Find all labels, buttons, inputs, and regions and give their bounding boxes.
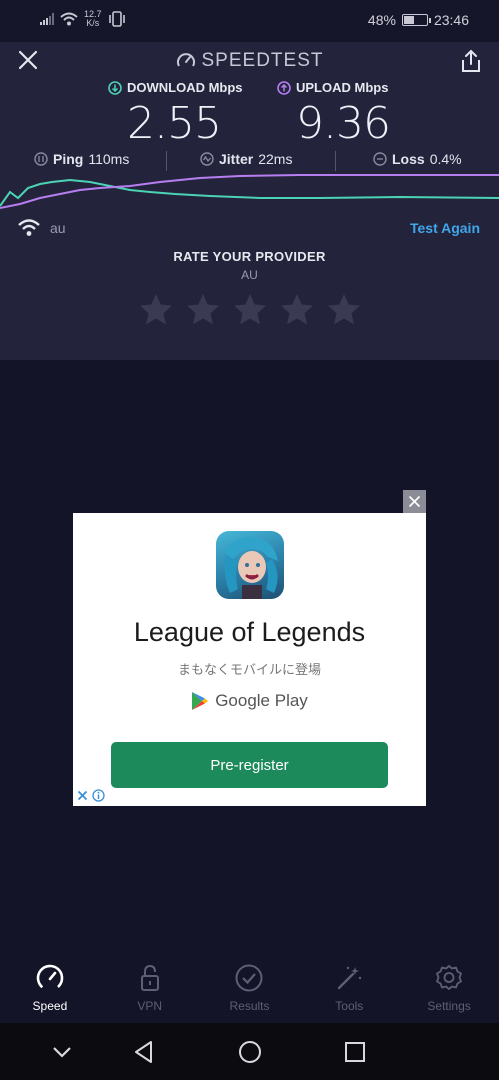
google-play-icon [192,692,209,710]
loss-icon [373,152,387,166]
magic-wand-icon [338,966,362,990]
tab-label: Settings [427,999,471,1013]
ad-close-button[interactable] [403,490,426,513]
download-line [0,178,499,207]
lock-icon [140,964,159,991]
jitter-stat: Jitter 22ms [200,151,292,167]
recents-icon[interactable] [340,1037,370,1067]
battery-icon [401,14,431,26]
wifi-icon [18,219,40,236]
provider-row: au [18,219,66,237]
upload-label: UPLOAD Mbps [296,80,389,95]
rate-provider-name: AU [241,268,258,282]
close-icon [408,495,421,508]
tab-label: VPN [137,999,163,1013]
star-icon[interactable] [185,292,221,328]
divider [335,151,336,171]
back-icon[interactable] [129,1037,159,1067]
ping-stat: Ping 110ms [34,151,129,167]
bottom-tab-bar: Speed VPN Results Tools Settings [0,955,499,1023]
system-nav-bar [0,1023,499,1080]
test-again-link[interactable]: Test Again [410,220,480,236]
tab-label: Speed [32,999,68,1013]
ad-title: League of Legends [133,617,366,647]
app-icon[interactable] [216,531,284,599]
tab-results[interactable]: Results [200,955,300,1023]
brand-title: SPEEDTEST [201,50,324,71]
speedometer-logo-icon [176,53,195,67]
upload-arrow-icon [277,80,291,95]
star-icon[interactable] [138,292,174,328]
clock: 23:46 [433,12,469,28]
star-icon[interactable] [232,292,268,328]
vibrate-icon [108,11,125,27]
divider [166,151,167,171]
provider-name: au [50,220,66,236]
chevron-down-icon[interactable] [47,1037,77,1067]
download-value: 2.55 [127,98,222,149]
cell-signal-icon [40,13,54,25]
share-icon[interactable] [459,48,483,74]
network-speed-unit: K/s [86,18,100,28]
loss-stat: Loss 0.4% [373,151,462,167]
info-icon [92,789,105,802]
close-icon [77,790,88,801]
network-speed: 12.7 K/s [84,10,102,28]
jitter-label: Jitter [219,151,254,167]
loss-value: 0.4% [429,151,462,167]
pre-register-button[interactable]: Pre-register [111,742,388,788]
tab-settings[interactable]: Settings [399,955,499,1023]
star-rating [0,292,499,328]
speed-graph [0,174,499,209]
ad-subtitle: まもなくモバイルに登場 [177,662,321,677]
home-icon[interactable] [235,1037,265,1067]
ping-label: Ping [53,151,84,167]
download-arrow-icon [108,80,122,95]
latency-stats: Ping 110ms Jitter 22ms Loss 0.4% [0,151,499,171]
tab-label: Results [229,999,270,1013]
jitter-icon [200,152,214,166]
google-play-badge: Google Play [73,691,426,711]
app-brand: SPEEDTEST [0,50,499,72]
speedometer-icon [36,964,64,992]
battery-percent: 48% [367,12,396,28]
game-character-icon [224,536,278,599]
tab-vpn[interactable]: VPN [100,955,200,1023]
ad-banner[interactable]: League of Legends まもなくモバイルに登場 Google Pla… [73,513,426,806]
rate-provider-title: RATE YOUR PROVIDER [173,249,326,264]
wifi-icon [60,12,78,26]
upload-value: 9.36 [296,98,391,149]
status-bar: 12.7 K/s 48% 23:46 [0,0,499,42]
jitter-value: 22ms [258,151,293,167]
ad-choices[interactable] [77,789,105,802]
google-play-label: Google Play [215,691,308,710]
check-circle-icon [235,964,263,992]
upload-header: UPLOAD Mbps [277,80,388,95]
star-icon[interactable] [279,292,315,328]
ping-value: 110ms [88,151,130,167]
ping-icon [34,152,48,166]
tab-tools[interactable]: Tools [299,955,399,1023]
tab-speed[interactable]: Speed [0,955,100,1023]
tab-label: Tools [335,999,364,1013]
loss-label: Loss [392,151,425,167]
star-icon[interactable] [326,292,362,328]
download-header: DOWNLOAD Mbps [108,80,243,95]
gear-icon [436,965,462,990]
download-label: DOWNLOAD Mbps [127,80,243,95]
